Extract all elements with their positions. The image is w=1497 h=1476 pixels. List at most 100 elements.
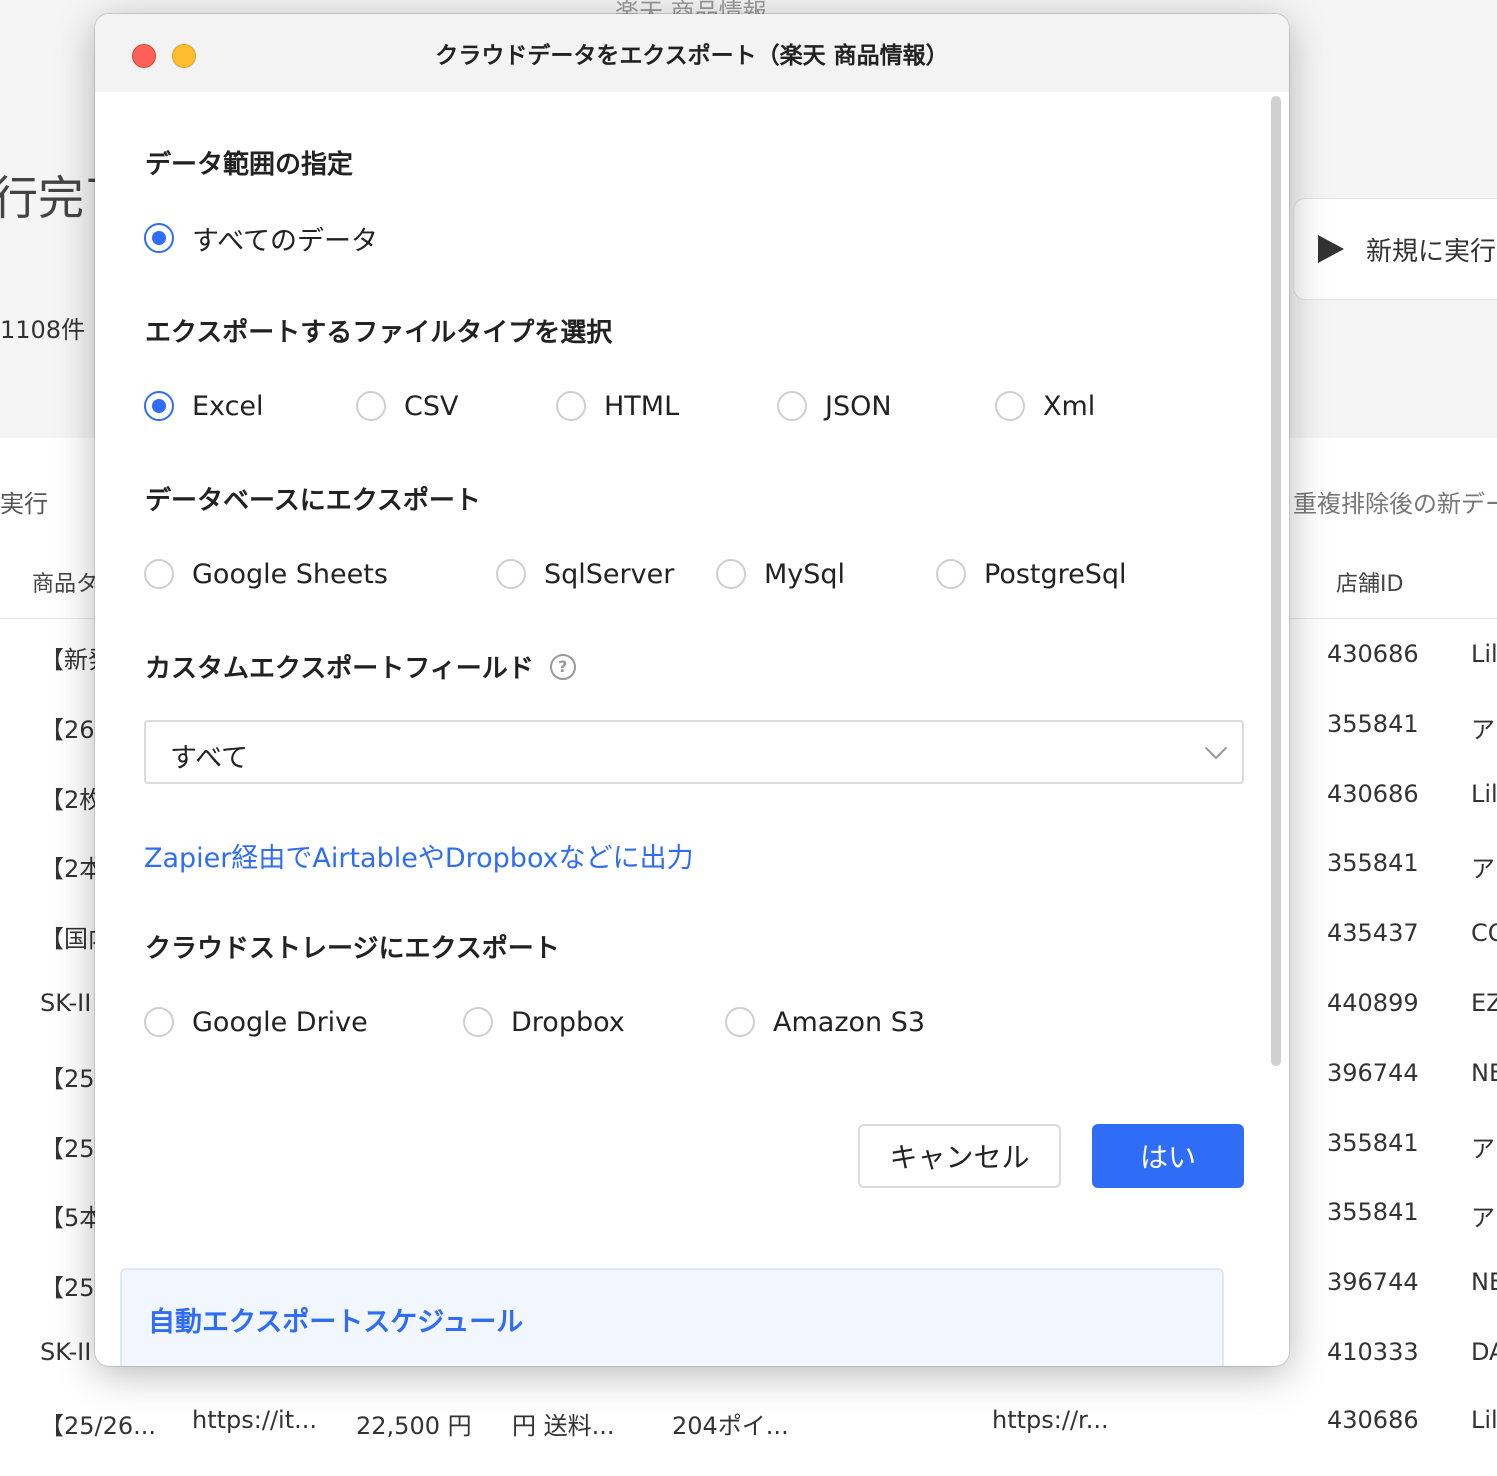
database-section-title: データベースにエクスポート xyxy=(145,486,481,516)
cell-shop-name: Lil xyxy=(1471,1406,1497,1434)
cell-shop-name: CO xyxy=(1471,919,1497,947)
dialog-title: クラウドデータをエクスポート（楽天 商品情報） xyxy=(435,43,949,69)
radio-label: すべてのデータ xyxy=(192,225,379,257)
radio-label: SqlServer xyxy=(544,558,675,590)
radio-button[interactable] xyxy=(995,391,1025,421)
cell-shop-name: NE xyxy=(1471,1059,1497,1087)
radio-label: Amazon S3 xyxy=(773,1006,926,1038)
scrollbar-thumb[interactable] xyxy=(1271,96,1281,1066)
cell-shop-id: 430686 xyxy=(1327,640,1419,668)
radio-button[interactable] xyxy=(144,1007,174,1037)
radio-button[interactable] xyxy=(716,559,746,589)
radio-postgresql[interactable]: PostgreSql xyxy=(936,554,1127,594)
cell-shop-url: https://r... xyxy=(992,1406,1109,1434)
cell-shop-id: 355841 xyxy=(1327,1198,1419,1226)
radio-label: HTML xyxy=(604,390,680,422)
cell-shop-name: ア xyxy=(1471,1204,1495,1232)
cell-url: https://it... xyxy=(192,1406,317,1434)
cell-title: 【2本 xyxy=(40,855,104,883)
cell-shop-id: 440899 xyxy=(1327,989,1419,1017)
cell-shop-id: 430686 xyxy=(1327,1406,1419,1434)
cell-shop-name: DA xyxy=(1471,1338,1497,1366)
radio-button[interactable] xyxy=(777,391,807,421)
radio-button[interactable] xyxy=(356,391,386,421)
radio-button[interactable] xyxy=(463,1007,493,1037)
radio-all-data[interactable]: すべてのデータ xyxy=(144,218,378,258)
play-icon xyxy=(1318,235,1344,263)
column-header-shop-id: 店舗ID xyxy=(1336,572,1404,597)
run-again-button[interactable]: 新規に実行 xyxy=(1293,198,1497,300)
cell-shop-id: 355841 xyxy=(1327,710,1419,738)
cloud-storage-section-title: クラウドストレージにエクスポート xyxy=(145,934,560,964)
cell-title: 【2枚 xyxy=(40,786,104,814)
radio-label: PostgreSql xyxy=(984,558,1127,590)
cell-shop-id: 430686 xyxy=(1327,780,1419,808)
background-tab-run[interactable]: 実行 xyxy=(0,484,48,519)
cell-shop-id: 396744 xyxy=(1327,1268,1419,1296)
radio-amazon-s3[interactable]: Amazon S3 xyxy=(725,1002,925,1042)
cell-shop-name: ア xyxy=(1471,716,1495,744)
radio-label: Excel xyxy=(192,390,264,422)
radio-xml[interactable]: Xml xyxy=(995,386,1095,426)
question-circle-icon[interactable]: ? xyxy=(549,653,576,680)
radio-html[interactable]: HTML xyxy=(556,386,679,426)
radio-google-drive[interactable]: Google Drive xyxy=(144,1002,368,1042)
column-header-title: 商品タ xyxy=(32,572,99,597)
custom-fields-title-text: カスタムエクスポートフィールド xyxy=(145,654,534,684)
dialog-titlebar: クラウドデータをエクスポート（楽天 商品情報） xyxy=(95,14,1289,92)
radio-button[interactable] xyxy=(144,559,174,589)
radio-button[interactable] xyxy=(936,559,966,589)
cell-shipping: 円 送料... xyxy=(512,1412,615,1440)
cell-price: 22,500 円 xyxy=(356,1412,472,1440)
radio-label: Google Sheets xyxy=(192,558,388,590)
auto-export-schedule-panel[interactable]: 自動エクスポートスケジュール xyxy=(120,1268,1224,1366)
auto-export-schedule-title: 自動エクスポートスケジュール xyxy=(148,1307,524,1338)
cell-shop-name: Lil xyxy=(1471,780,1497,808)
range-section-title: データ範囲の指定 xyxy=(145,150,354,180)
radio-button[interactable] xyxy=(725,1007,755,1037)
run-again-label: 新規に実行 xyxy=(1366,236,1497,267)
radio-dropbox[interactable]: Dropbox xyxy=(463,1002,625,1042)
radio-button[interactable] xyxy=(496,559,526,589)
cell-title: 【5本 xyxy=(40,1204,104,1232)
cell-shop-name: Lil xyxy=(1471,640,1497,668)
radio-label: JSON xyxy=(825,390,892,422)
background-tab-dedup-data[interactable]: 重複排除後の新データ xyxy=(1293,484,1497,519)
confirm-button[interactable]: はい xyxy=(1092,1124,1244,1188)
radio-mysql[interactable]: MySql xyxy=(716,554,845,594)
custom-fields-section-title: カスタムエクスポートフィールド? xyxy=(145,648,576,685)
radio-label: Xml xyxy=(1043,390,1096,422)
radio-button[interactable] xyxy=(144,223,174,253)
cell-shop-name: ア xyxy=(1471,1135,1495,1163)
cell-shop-id: 435437 xyxy=(1327,919,1419,947)
chevron-down-icon xyxy=(1204,736,1228,760)
radio-json[interactable]: JSON xyxy=(777,386,892,426)
background-record-count: 1108件 xyxy=(0,316,86,344)
radio-label: CSV xyxy=(404,390,459,422)
cell-shop-name: NE xyxy=(1471,1268,1497,1296)
cell-shop-id: 396744 xyxy=(1327,1059,1419,1087)
file-type-section-title: エクスポートするファイルタイプを選択 xyxy=(145,318,613,348)
radio-label: Google Drive xyxy=(192,1006,368,1038)
radio-google-sheets[interactable]: Google Sheets xyxy=(144,554,388,594)
radio-csv[interactable]: CSV xyxy=(356,386,458,426)
table-row[interactable]: 【25/26... https://it... 22,500 円 円 送料...… xyxy=(0,1406,1497,1476)
cell-shop-id: 355841 xyxy=(1327,849,1419,877)
dialog-scrollbar[interactable] xyxy=(1269,96,1281,1066)
cell-shop-id: 410333 xyxy=(1327,1338,1419,1366)
zapier-export-link[interactable]: Zapier経由でAirtableやDropboxなどに出力 xyxy=(144,836,694,875)
cell-title: 【25/26... xyxy=(40,1412,157,1440)
cell-shop-id: 355841 xyxy=(1327,1129,1419,1157)
cell-title: SK-II xyxy=(40,1338,92,1366)
radio-sqlserver[interactable]: SqlServer xyxy=(496,554,674,594)
radio-label: MySql xyxy=(764,558,846,590)
custom-fields-select[interactable]: すべて xyxy=(144,720,1244,784)
cancel-button[interactable]: キャンセル xyxy=(858,1124,1061,1188)
cell-shop-name: ア xyxy=(1471,855,1495,883)
radio-button[interactable] xyxy=(556,391,586,421)
radio-excel[interactable]: Excel xyxy=(144,386,264,426)
cell-title: SK-II xyxy=(40,989,92,1017)
radio-button[interactable] xyxy=(144,391,174,421)
radio-label: Dropbox xyxy=(511,1006,625,1038)
cell-points: 204ポイ... xyxy=(672,1412,789,1440)
